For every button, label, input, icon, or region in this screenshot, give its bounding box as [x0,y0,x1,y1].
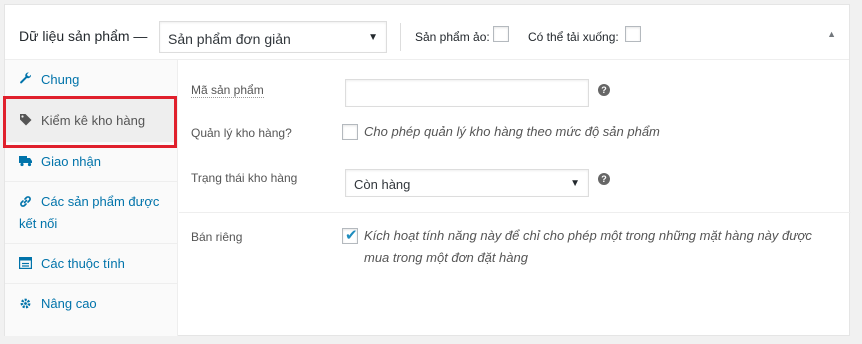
stock-status-select[interactable]: Còn hàng ▼ [345,169,589,197]
sold-individually-label: Bán riêng [191,230,243,244]
product-type-value: Sản phẩm đơn giản [168,31,291,47]
chevron-down-icon: ▼ [570,178,580,189]
wrench-icon [19,72,32,88]
virtual-checkbox[interactable] [493,26,509,42]
highlight-box [3,96,177,148]
tab-general[interactable]: Chung [5,60,177,100]
stock-status-label: Trạng thái kho hàng [191,171,298,185]
product-type-select[interactable]: Sản phẩm đơn giản ▼ [159,21,387,53]
help-icon[interactable]: ? [598,84,610,96]
panel-title: Dữ liệu sản phẩm — [19,28,148,44]
manage-stock-description: Cho phép quản lý kho hàng theo mức độ sả… [364,124,660,139]
tab-label: Nâng cao [41,296,97,311]
gear-icon [19,297,32,313]
section-divider [179,212,851,213]
sold-individually-description: Kích hoạt tính năng này để chỉ cho phép … [364,228,812,265]
product-data-panel: Dữ liệu sản phẩm — Sản phẩm đơn giản ▼ S… [4,4,851,336]
manage-stock-checkbox[interactable] [342,124,358,140]
truck-icon [19,155,33,170]
sku-input[interactable] [345,79,589,107]
downloadable-label: Có thể tải xuống: [528,30,619,44]
collapse-arrow-icon[interactable]: ▲ [827,29,836,39]
tab-label: Giao nhận [41,154,101,169]
tab-shipping[interactable]: Giao nhận [5,142,177,182]
tab-advanced[interactable]: Nâng cao [5,284,177,324]
virtual-label: Sản phẩm ảo: [415,30,490,44]
header-divider [400,23,401,51]
panel-header: Dữ liệu sản phẩm — Sản phẩm đơn giản ▼ S… [5,5,849,60]
tab-label: Các thuộc tính [41,256,125,271]
stock-status-value: Còn hàng [354,177,411,192]
sold-individually-checkbox[interactable]: ✔ [342,227,358,244]
downloadable-checkbox[interactable] [625,26,641,42]
checkmark-icon: ✔ [345,227,358,244]
manage-stock-label: Quản lý kho hàng? [191,126,292,140]
table-icon [18,256,33,272]
help-icon[interactable]: ? [598,173,610,185]
chevron-down-icon: ▼ [368,32,378,43]
sku-label: Mã sản phẩm [191,83,264,98]
tab-label: Chung [41,72,80,87]
tab-linked-products[interactable]: Các sản phẩm được kết nối [5,182,177,244]
tab-attributes[interactable]: Các thuộc tính [5,244,177,284]
tab-label: Các sản phẩm được kết nối [19,194,160,231]
